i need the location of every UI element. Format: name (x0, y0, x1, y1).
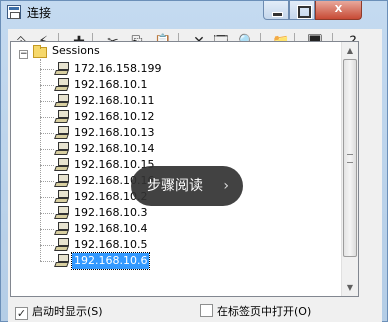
session-icon (54, 158, 70, 172)
session-icon (54, 142, 70, 156)
tree-root-sessions[interactable]: Sessions (52, 43, 100, 59)
session-item[interactable]: 192.168.10.14 (74, 141, 154, 157)
session-icon (54, 206, 70, 220)
step-reading-overlay[interactable]: 步骤阅读 › (131, 166, 243, 206)
session-icon (54, 190, 70, 204)
checkbox-unchecked-icon[interactable] (200, 304, 213, 317)
title-bar[interactable]: 连接 X (1, 1, 387, 23)
chevron-right-icon: › (223, 178, 229, 194)
scroll-down-icon[interactable]: ▼ (342, 279, 358, 296)
close-button[interactable]: X (315, 1, 362, 20)
connect-window: 连接 X ⎆⚡✚✂⎘📋✕🗔🔍📁🖥? − Sessions ▲ ▼ 172.16.… (0, 0, 388, 322)
session-icon (54, 126, 70, 140)
session-icon (54, 78, 70, 92)
vertical-scrollbar[interactable]: ▲ ▼ (341, 42, 358, 296)
tree-connector-line (40, 261, 54, 262)
session-icon (54, 62, 70, 76)
show-on-startup-checkbox[interactable]: ✓ 启动时显示(S) (15, 304, 103, 320)
collapse-icon[interactable]: − (19, 50, 28, 59)
tree-connector-line (40, 245, 54, 246)
tree-connector-line (40, 181, 54, 182)
tree-connector-line (40, 101, 54, 102)
session-item[interactable]: 192.168.10.11 (74, 93, 154, 109)
session-item[interactable]: 192.168.10.13 (74, 125, 154, 141)
tree-connector-line (40, 117, 54, 118)
overlay-text: 步骤阅读 (147, 178, 203, 194)
tree-connector-line (40, 69, 54, 70)
tree-connector-line (40, 133, 54, 134)
app-icon (7, 5, 21, 19)
session-icon (54, 222, 70, 236)
minimize-button[interactable] (263, 1, 289, 20)
folder-icon (33, 45, 47, 58)
tree-connector-line (40, 197, 54, 198)
scroll-up-icon[interactable]: ▲ (342, 42, 358, 59)
session-icon (54, 254, 70, 268)
maximize-button[interactable] (289, 1, 315, 20)
checkbox-checked-icon[interactable]: ✓ (15, 307, 28, 320)
session-item[interactable]: 192.168.10.5 (74, 237, 147, 253)
tree-connector-line (40, 213, 54, 214)
show-on-startup-label: 启动时显示(S) (32, 305, 103, 318)
tree-connector-line (40, 85, 54, 86)
open-in-tab-label: 在标签页中打开(O) (217, 305, 312, 318)
session-icon (54, 174, 70, 188)
session-item[interactable]: 192.168.10.4 (74, 221, 147, 237)
tree-connector-line (40, 59, 41, 261)
tree-connector-line (40, 229, 54, 230)
scroll-thumb[interactable] (343, 59, 357, 257)
session-item[interactable]: 192.168.10.3 (74, 205, 147, 221)
open-in-tab-checkbox[interactable]: 在标签页中打开(O) (200, 304, 311, 320)
window-title: 连接 (27, 6, 52, 20)
session-item[interactable]: 192.168.10.6 (70, 252, 151, 270)
tree-connector-line (40, 149, 54, 150)
session-icon (54, 94, 70, 108)
session-icon (54, 110, 70, 124)
session-icon (54, 238, 70, 252)
session-item[interactable]: 192.168.10.1 (74, 77, 147, 93)
session-item[interactable]: 172.16.158.199 (74, 61, 161, 77)
session-item[interactable]: 192.168.10.12 (74, 109, 154, 125)
tree-connector-line (40, 165, 54, 166)
